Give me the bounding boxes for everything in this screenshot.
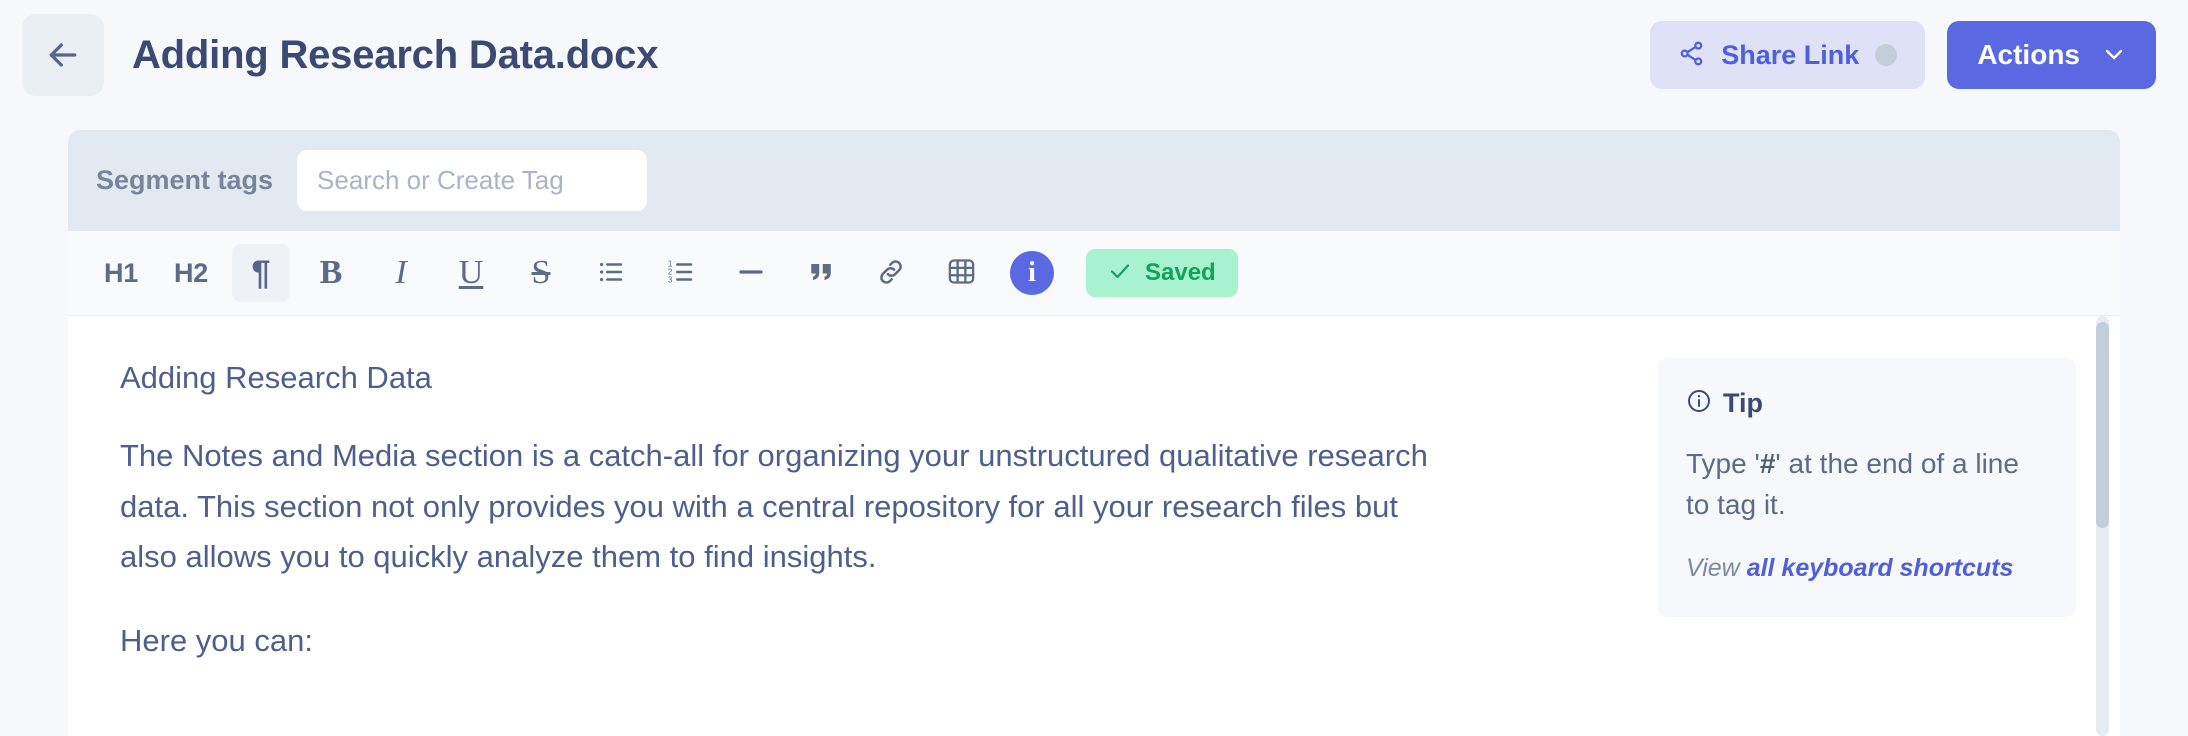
document-paragraph-1: The Notes and Media section is a catch-a…: [120, 438, 1428, 574]
heading-2-label: H2: [174, 257, 208, 288]
document-text-column: Adding Research Data The Notes and Media…: [68, 356, 1588, 700]
document-heading: Adding Research Data: [120, 360, 432, 395]
bullet-list-button[interactable]: [582, 244, 640, 302]
actions-label: Actions: [1977, 39, 2080, 70]
header-actions: Share Link Actions: [1650, 21, 2166, 89]
share-link-label: Share Link: [1721, 39, 1860, 70]
strikethrough-label: S: [531, 254, 551, 291]
heading-1-label: H1: [104, 257, 138, 288]
document-paragraph-2: Here you can:: [120, 623, 313, 659]
numbered-list-icon: 1 2 3: [666, 257, 696, 290]
tip-header: Tip: [1686, 388, 2048, 419]
editor-scrollbar-track[interactable]: [2096, 316, 2109, 736]
italic-button[interactable]: I: [372, 244, 430, 302]
arrow-left-icon: [43, 35, 83, 75]
strikethrough-button[interactable]: S: [512, 244, 570, 302]
italic-label: I: [395, 254, 407, 291]
check-icon: [1108, 259, 1132, 288]
heading-1-button[interactable]: H1: [92, 244, 150, 302]
blockquote-button[interactable]: [792, 244, 850, 302]
tip-footer: View all keyboard shortcuts: [1686, 554, 2048, 583]
chevron-down-icon: [2102, 42, 2126, 69]
minus-icon: [736, 257, 766, 290]
segment-tags-label: Segment tags: [96, 165, 274, 195]
tip-body: Type '#' at the end of a line to tag it.: [1686, 443, 2048, 526]
numbered-list-button[interactable]: 1 2 3: [652, 244, 710, 302]
pilcrow-icon: ¶: [251, 254, 271, 292]
svg-text:3: 3: [668, 275, 673, 284]
share-nodes-icon: [1678, 40, 1705, 70]
saved-label: Saved: [1145, 259, 1216, 286]
actions-button[interactable]: Actions: [1947, 21, 2156, 89]
editor-toolbar: H1 H2 ¶ B I U S 1 2 3 i Saved: [68, 231, 2120, 316]
info-glyph: i: [1028, 257, 1036, 288]
tip-callout: Tip Type '#' at the end of a line to tag…: [1658, 358, 2076, 617]
editor-scroll-region[interactable]: Adding Research Data The Notes and Media…: [68, 316, 2120, 736]
tip-title: Tip: [1723, 388, 1763, 418]
status-badge: Saved: [1086, 249, 1238, 297]
bold-label: B: [319, 254, 343, 291]
info-circle-icon: [1686, 388, 1712, 419]
bold-button[interactable]: B: [302, 244, 360, 302]
back-button[interactable]: [22, 14, 104, 96]
horizontal-rule-button[interactable]: [722, 244, 780, 302]
segment-tags-bar: Segment tags: [68, 130, 2120, 231]
editor-scrollbar-thumb[interactable]: [2096, 322, 2109, 528]
app-header: Adding Research Data.docx Share Link Act…: [0, 0, 2188, 110]
share-status-dot[interactable]: [1875, 44, 1898, 66]
link-icon: [876, 257, 906, 290]
bullet-list-icon: [596, 257, 626, 290]
underline-label: U: [458, 254, 484, 291]
tip-footer-prefix: View: [1686, 553, 1747, 582]
tip-body-prefix: Type ': [1686, 448, 1760, 479]
link-button[interactable]: [862, 244, 920, 302]
table-button[interactable]: [932, 244, 990, 302]
info-button[interactable]: i: [1010, 251, 1054, 295]
underline-button[interactable]: U: [442, 244, 500, 302]
quote-icon: [806, 257, 836, 290]
editor-card: Segment tags H1 H2 ¶ B I U S: [68, 130, 2120, 736]
document-body[interactable]: Adding Research Data The Notes and Media…: [68, 316, 2120, 700]
tip-body-key: #: [1759, 448, 1776, 479]
table-icon: [946, 256, 977, 290]
paragraph-button[interactable]: ¶: [232, 244, 290, 302]
page-title: Adding Research Data.docx: [132, 32, 659, 77]
keyboard-shortcuts-link[interactable]: all keyboard shortcuts: [1747, 554, 2014, 582]
heading-2-button[interactable]: H2: [162, 244, 220, 302]
tag-search-input[interactable]: [297, 150, 648, 211]
share-link-button[interactable]: Share Link: [1650, 21, 1926, 89]
